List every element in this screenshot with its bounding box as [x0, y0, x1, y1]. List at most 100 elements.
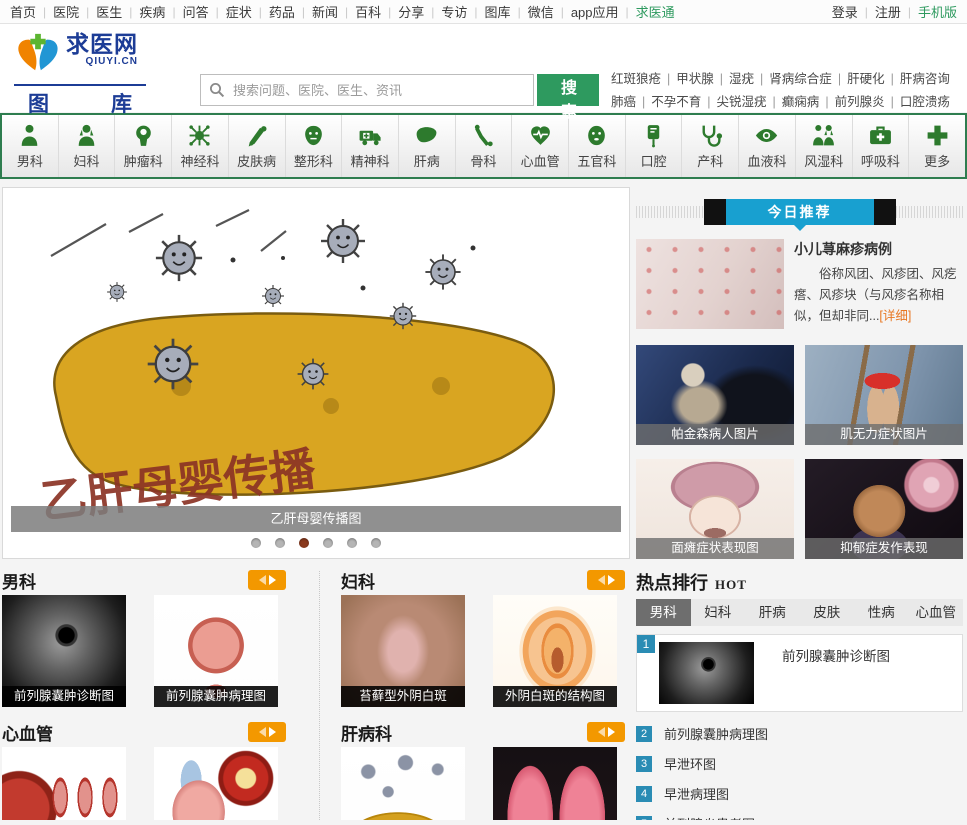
site-logo[interactable]: 求医网 QIUYI.CN 图库 [14, 32, 146, 118]
hot-tab-肝病[interactable]: 肝病 [745, 599, 800, 626]
hot-tab-皮肤[interactable]: 皮肤 [800, 599, 855, 626]
account-link-1[interactable]: 注册 [875, 2, 901, 21]
category-9[interactable]: 心血管 [512, 115, 570, 177]
section-image[interactable]: 苔藓型外阴白斑 [341, 595, 465, 707]
category-10[interactable]: 五官科 [569, 115, 626, 177]
hot-rank-1-label[interactable]: 前列腺囊肿诊断图 [782, 645, 890, 665]
hot-badge: HOT [715, 577, 747, 592]
recommend-thumb-0[interactable]: 帕金森病人图片 [636, 345, 794, 445]
section-image[interactable] [493, 747, 617, 820]
keyword-link[interactable]: 甲状腺 [676, 68, 714, 91]
category-11[interactable]: 口腔 [626, 115, 683, 177]
keyword-link[interactable]: 前列腺炎 [835, 91, 885, 114]
category-14[interactable]: 风湿科 [796, 115, 853, 177]
section-image[interactable] [2, 747, 126, 820]
nav-link-2[interactable]: 医生 [96, 2, 122, 21]
keyword-link[interactable]: 口腔溃疡 [900, 91, 950, 114]
carousel-dot-3[interactable] [299, 538, 309, 548]
thumb-caption: 面瘫症状表现图 [636, 538, 794, 559]
keyword-link[interactable]: 癫痫病 [782, 91, 820, 114]
today-recommend-item[interactable]: 小儿荨麻疹病例 俗称风团、风疹团、风疙瘩、风疹块（与风疹名称相似，但却非同...… [636, 239, 963, 329]
keyword-link[interactable]: 肺癌 [611, 91, 636, 114]
category-15[interactable]: 呼吸科 [853, 115, 910, 177]
hot-rank-5-item[interactable]: 5 前列腺炎患者图 [636, 814, 963, 820]
account-link-2[interactable]: 手机版 [918, 2, 957, 21]
category-4[interactable]: 皮肤病 [229, 115, 286, 177]
hot-rank-2-item[interactable]: 2 前列腺囊肿病理图 [636, 724, 963, 743]
section-image[interactable]: 外阴白斑的结构图 [493, 595, 617, 707]
nav-link-1[interactable]: 医院 [53, 2, 79, 21]
nav-link-5[interactable]: 症状 [226, 2, 252, 21]
carousel-slide-image[interactable]: 乙肝母婴传播 乙肝母婴传播图 [11, 196, 621, 532]
carousel-dot-2[interactable] [275, 538, 285, 548]
keyword-link[interactable]: 不孕不育 [651, 91, 701, 114]
hot-rank-3-item[interactable]: 3 早泄环图 [636, 754, 963, 773]
keyword-link[interactable]: 尖锐湿疣 [717, 91, 767, 114]
section-prev-next-button[interactable] [587, 722, 625, 742]
hot-rank-1-item[interactable]: 1 前列腺囊肿诊断图 [636, 634, 963, 712]
category-5[interactable]: 整形科 [286, 115, 343, 177]
recommend-thumb-3[interactable]: 抑郁症发作表现 [805, 459, 963, 559]
section-image[interactable]: 前列腺囊肿诊断图 [2, 595, 126, 707]
hot-rank-4-item[interactable]: 4 早泄病理图 [636, 784, 963, 803]
nav-link-3[interactable]: 疾病 [139, 2, 165, 21]
hot-tab-男科[interactable]: 男科 [636, 599, 691, 626]
section-prev-next-button[interactable] [248, 722, 286, 742]
recommend-thumb-1[interactable]: 肌无力症状图片 [805, 345, 963, 445]
keyword-link[interactable]: 肝硬化 [847, 68, 885, 91]
category-2[interactable]: 肿瘤科 [115, 115, 173, 177]
section-image[interactable]: 前列腺囊肿病理图 [154, 595, 278, 707]
category-16[interactable]: 更多 [909, 115, 965, 177]
hot-tab-心血管[interactable]: 心血管 [909, 599, 964, 626]
hot-tab-妇科[interactable]: 妇科 [691, 599, 746, 626]
nav-link-9[interactable]: 分享 [398, 2, 424, 21]
nav-link-6[interactable]: 药品 [269, 2, 295, 21]
nav-link-8[interactable]: 百科 [355, 2, 381, 21]
keyword-link[interactable]: 肝病咨询 [900, 68, 950, 91]
nav-link-12[interactable]: 微信 [528, 2, 554, 21]
category-7[interactable]: 肝病 [399, 115, 456, 177]
main-area: 乙肝母婴传播 乙肝母婴传播图 今日推荐 小儿荨麻疹病例 俗称风团、风疹团、风疙瘩… [0, 187, 967, 561]
category-0[interactable]: 男科 [2, 115, 59, 177]
nav-link-0[interactable]: 首页 [10, 2, 36, 21]
section-prev-next-button[interactable] [587, 570, 625, 590]
nav-link-7[interactable]: 新闻 [312, 2, 338, 21]
account-link-0[interactable]: 登录 [832, 2, 858, 21]
category-6[interactable]: 精神科 [342, 115, 399, 177]
category-8[interactable]: 骨科 [456, 115, 513, 177]
section-title[interactable]: 男科 [2, 569, 36, 593]
recommend-thumb-2[interactable]: 面瘫症状表现图 [636, 459, 794, 559]
search-input[interactable] [200, 74, 534, 106]
category-label: 妇科 [73, 153, 100, 169]
category-label: 更多 [924, 153, 951, 169]
category-3[interactable]: 神经科 [172, 115, 229, 177]
nav-link-14[interactable]: 求医通 [636, 2, 675, 21]
keyword-link[interactable]: 红斑狼疮 [611, 68, 661, 91]
carousel-dot-5[interactable] [347, 538, 357, 548]
detail-link[interactable]: [详细] [879, 309, 911, 323]
category-12[interactable]: 产科 [682, 115, 740, 177]
section-image[interactable] [154, 747, 278, 820]
nav-link-4[interactable]: 问答 [183, 2, 209, 21]
section-prev-next-button[interactable] [248, 570, 286, 590]
section-title[interactable]: 肝病科 [341, 720, 392, 745]
hot-rank-1-image[interactable] [659, 642, 754, 704]
section-title[interactable]: 心血管 [2, 720, 53, 745]
carousel-caption: 乙肝母婴传播图 [11, 506, 621, 532]
section-title[interactable]: 妇科 [341, 569, 375, 593]
recommend-title[interactable]: 小儿荨麻疹病例 [794, 239, 963, 260]
carousel-dot-4[interactable] [323, 538, 333, 548]
category-13[interactable]: 血液科 [739, 115, 796, 177]
carousel-dot-1[interactable] [251, 538, 261, 548]
nav-link-13[interactable]: app应用 [571, 2, 619, 21]
section-image[interactable] [341, 747, 465, 820]
keyword-link[interactable]: 湿疣 [729, 68, 754, 91]
recommend-image[interactable] [636, 239, 784, 329]
hot-tab-性病[interactable]: 性病 [854, 599, 909, 626]
category-1[interactable]: 妇科 [59, 115, 116, 177]
search-button[interactable]: 搜 索 [537, 74, 599, 121]
nav-link-11[interactable]: 图库 [485, 2, 511, 21]
nav-link-10[interactable]: 专访 [441, 2, 467, 21]
carousel-dot-6[interactable] [371, 538, 381, 548]
keyword-link[interactable]: 肾病综合症 [769, 68, 832, 91]
